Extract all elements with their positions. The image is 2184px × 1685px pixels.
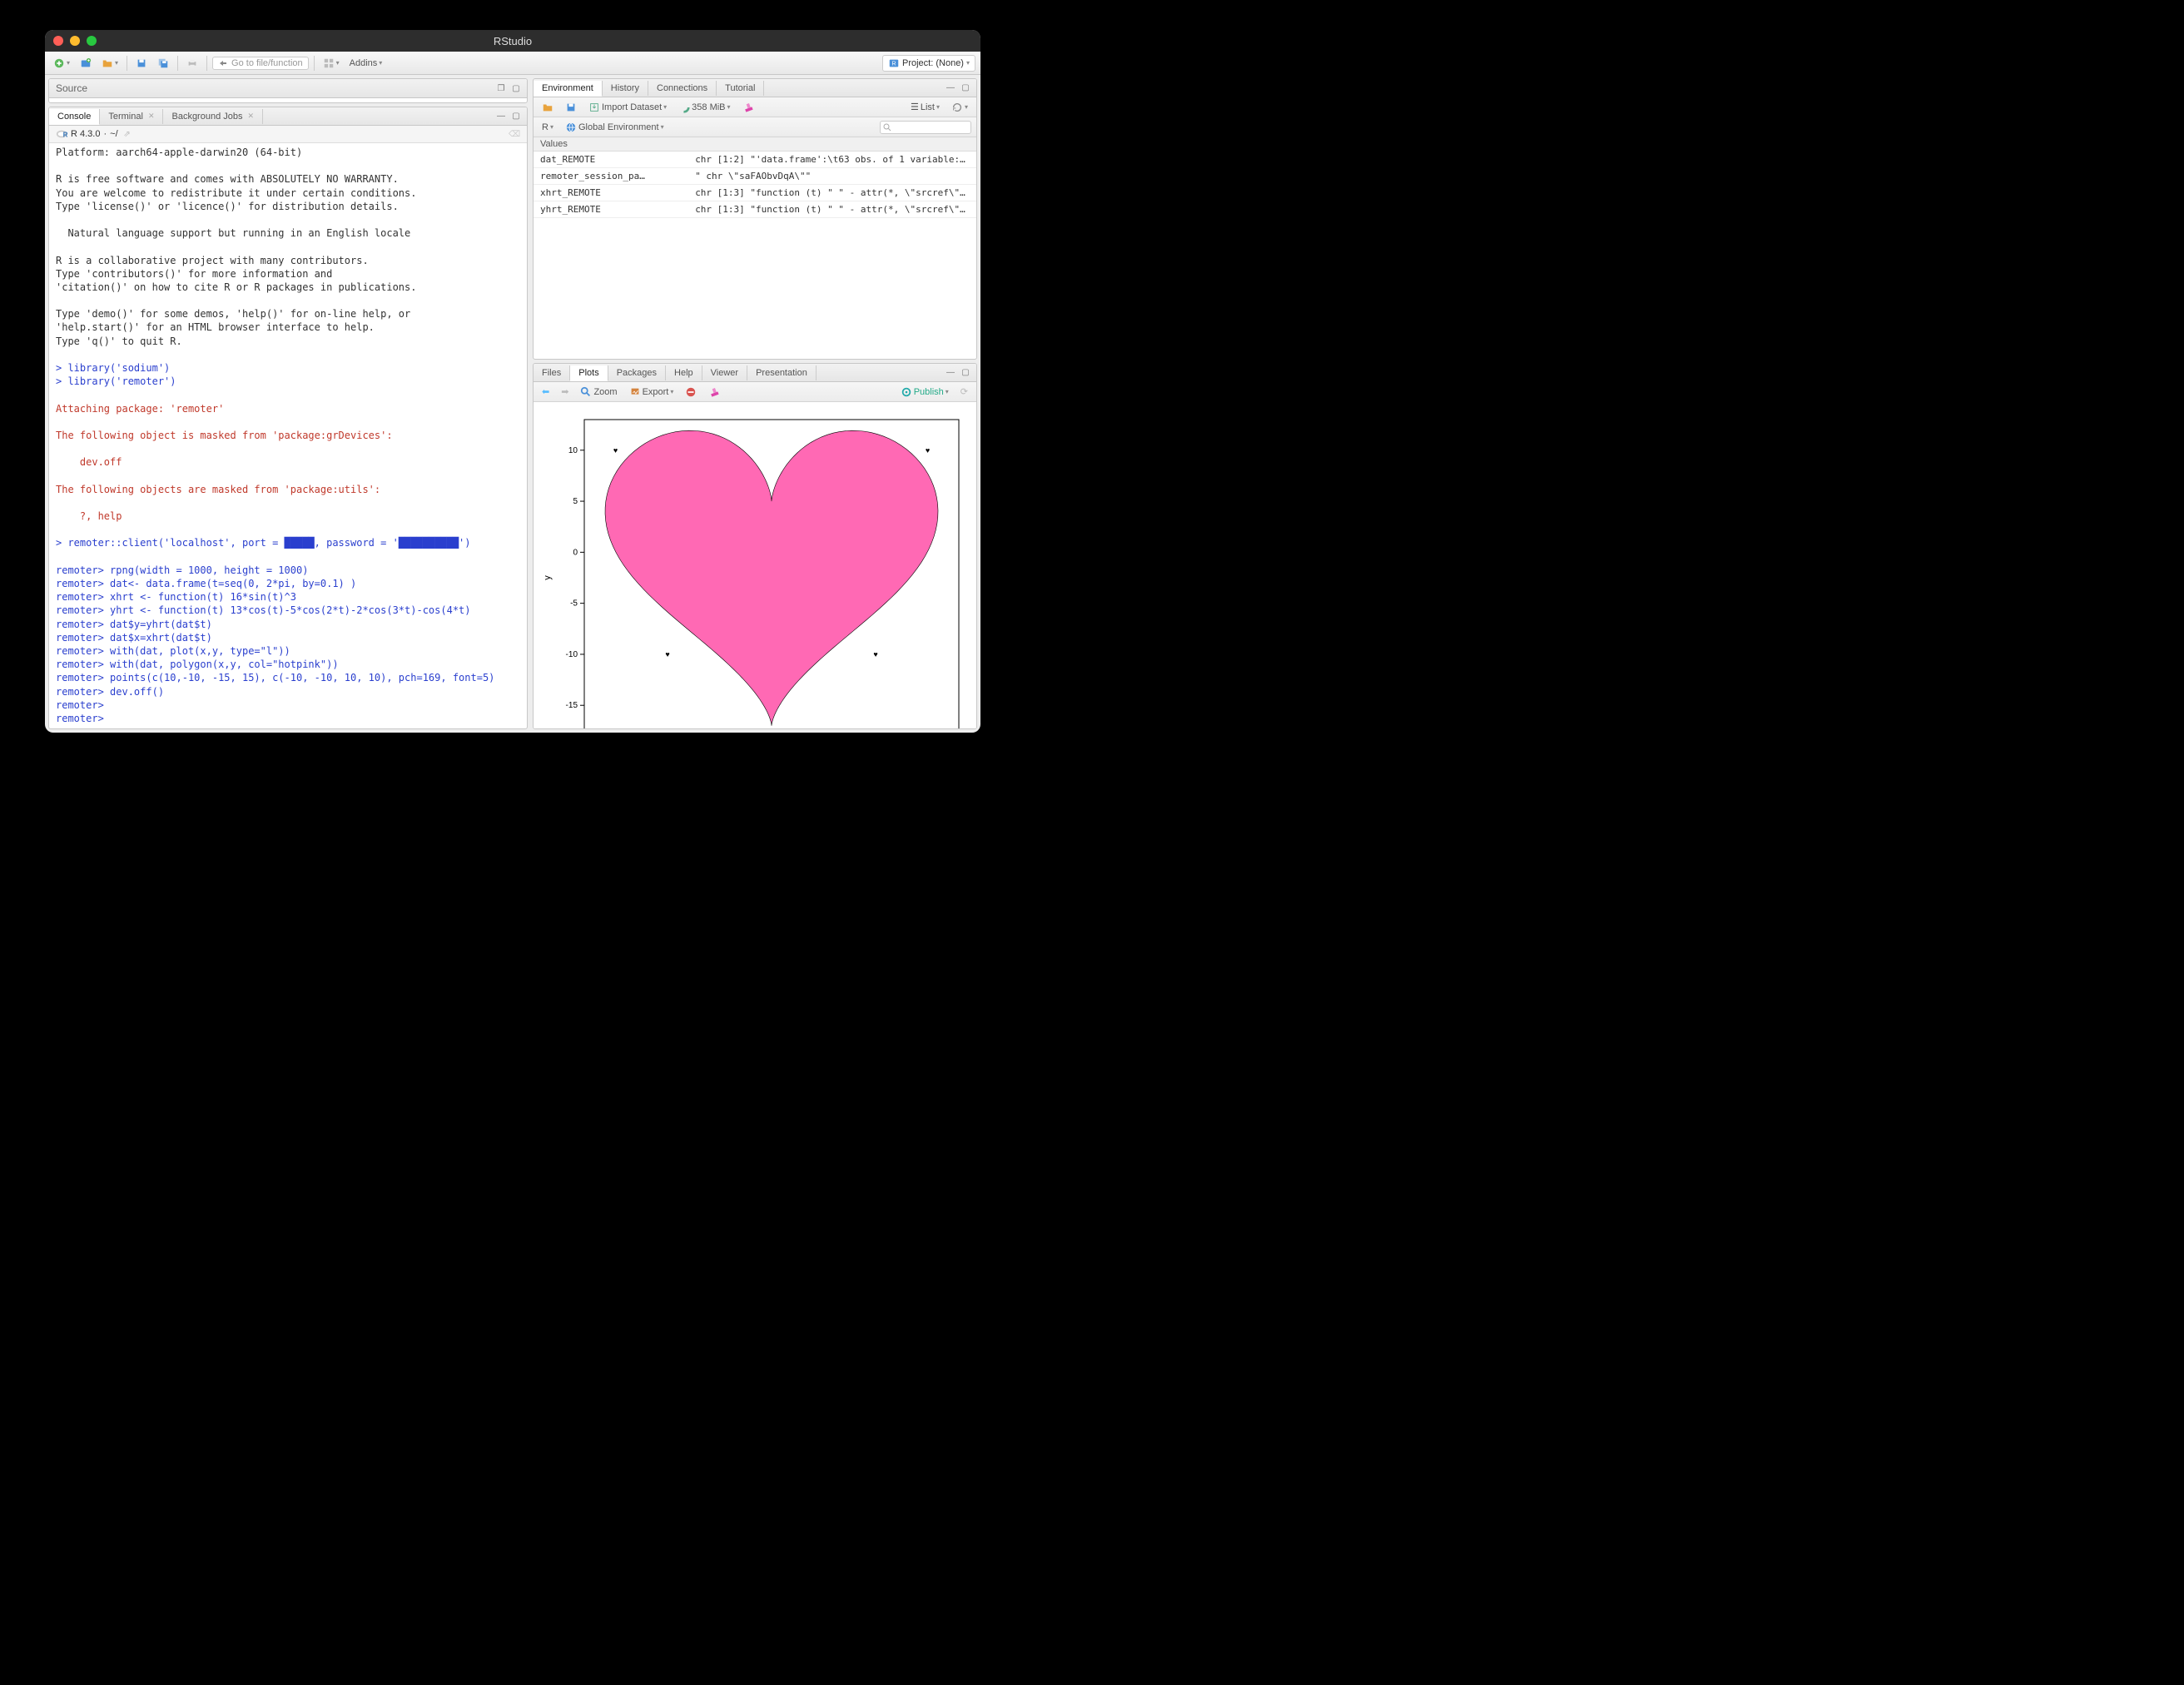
maximize-plots-icon[interactable]: ▢	[960, 367, 971, 379]
save-all-button[interactable]	[154, 56, 172, 71]
console-output[interactable]: Platform: aarch64-apple-darwin20 (64-bit…	[49, 143, 527, 728]
plot-clear-all-button[interactable]	[705, 385, 723, 400]
r-version-label: R 4.3.0	[71, 129, 100, 139]
window-controls	[53, 36, 97, 46]
save-workspace-button[interactable]	[562, 100, 580, 115]
rstudio-window: RStudio ▾ ▾ Go to file/function	[45, 30, 980, 733]
env-row[interactable]: xhrt_REMOTEchr [1:3] "function (t) " " -…	[534, 185, 976, 201]
plot-canvas: -15-10-5051015-15-10-50510xy♥♥♥♥	[534, 402, 976, 729]
addins-menu[interactable]: Addins ▾	[346, 57, 386, 70]
plot-next-button[interactable]: ➡	[558, 385, 572, 399]
tab-console[interactable]: Console	[49, 109, 100, 125]
env-row[interactable]: yhrt_REMOTEchr [1:3] "function (t) " " -…	[534, 201, 976, 218]
source-pane-label: Source	[49, 79, 94, 97]
svg-text:♥: ♥	[665, 650, 669, 659]
print-button[interactable]	[183, 56, 201, 71]
import-dataset-button[interactable]: Import Dataset ▾	[585, 100, 670, 115]
svg-text:5: 5	[573, 497, 578, 506]
tab-background-jobs[interactable]: Background Jobs✕	[163, 109, 263, 124]
minimize-env-icon[interactable]: —	[945, 82, 956, 94]
plot-prev-button[interactable]: ⬅	[539, 385, 553, 399]
env-table: dat_REMOTEchr [1:2] "'data.frame':\t63 o…	[534, 152, 976, 218]
maximize-source-icon[interactable]: ▢	[510, 82, 522, 94]
tab-terminal[interactable]: Terminal✕	[100, 109, 163, 124]
clear-console-icon[interactable]: ⌫	[509, 128, 520, 140]
new-file-button[interactable]: ▾	[50, 56, 73, 71]
svg-text:♥: ♥	[926, 446, 930, 455]
tab-presentation[interactable]: Presentation	[747, 365, 817, 380]
goto-file-function-input[interactable]: Go to file/function	[212, 57, 309, 70]
window-title: RStudio	[45, 35, 980, 47]
tab-tutorial[interactable]: Tutorial	[717, 81, 764, 96]
minimize-console-icon[interactable]: —	[495, 111, 507, 122]
restore-source-icon[interactable]: ❐	[495, 82, 507, 94]
save-button[interactable]	[132, 56, 151, 71]
maximize-env-icon[interactable]: ▢	[960, 82, 971, 94]
env-language-selector[interactable]: R ▾	[539, 121, 557, 134]
working-dir-label: ~/	[110, 129, 117, 139]
titlebar: RStudio	[45, 30, 980, 52]
tab-files[interactable]: Files	[534, 365, 570, 380]
tab-help[interactable]: Help	[666, 365, 702, 380]
env-section-values: Values	[534, 137, 976, 152]
svg-text:R: R	[891, 61, 896, 67]
wd-popout-icon[interactable]: ⇗	[122, 128, 133, 140]
refresh-env-button[interactable]: ▾	[948, 100, 971, 115]
env-row[interactable]: remoter_session_pa…" chr \"saFAObvDqA\""	[534, 168, 976, 185]
svg-text:♥: ♥	[613, 446, 618, 455]
plot-zoom-button[interactable]: Zoom	[577, 385, 620, 400]
plot-export-button[interactable]: Export ▾	[626, 385, 678, 400]
env-view-list-button[interactable]: ☰ List ▾	[907, 100, 943, 114]
plot-publish-button[interactable]: Publish ▾	[897, 385, 952, 400]
tab-viewer[interactable]: Viewer	[702, 365, 747, 380]
tab-environment[interactable]: Environment	[534, 81, 603, 97]
env-scope-selector[interactable]: Global Environment ▾	[562, 120, 668, 135]
svg-text:-5: -5	[570, 599, 578, 609]
tab-packages[interactable]: Packages	[608, 365, 666, 380]
plot-remove-button[interactable]	[682, 385, 700, 400]
maximize-window-button[interactable]	[87, 36, 97, 46]
workspace-panes-button[interactable]: ▾	[320, 56, 343, 71]
minimize-window-button[interactable]	[70, 36, 80, 46]
load-workspace-button[interactable]	[539, 100, 557, 115]
svg-text:0: 0	[573, 548, 578, 557]
svg-text:-15: -15	[566, 701, 578, 710]
maximize-console-icon[interactable]: ▢	[510, 111, 522, 122]
close-terminal-icon[interactable]: ✕	[148, 112, 155, 121]
main-toolbar: ▾ ▾ Go to file/function ▾ A	[45, 52, 980, 75]
goto-placeholder: Go to file/function	[231, 58, 303, 68]
source-pane: Source ❐ ▢	[48, 78, 528, 103]
project-selector[interactable]: R Project: (None) ▾	[882, 55, 975, 72]
tab-plots[interactable]: Plots	[570, 365, 608, 381]
env-search-input[interactable]	[880, 121, 971, 134]
svg-text:y: y	[543, 575, 553, 580]
plots-pane: Files Plots Packages Help Viewer Present…	[533, 363, 977, 729]
tab-connections[interactable]: Connections	[648, 81, 717, 96]
close-window-button[interactable]	[53, 36, 63, 46]
r-logo-icon: R	[56, 128, 67, 140]
minimize-plots-icon[interactable]: —	[945, 367, 956, 379]
memory-usage-button[interactable]: 358 MiB ▾	[675, 100, 733, 115]
svg-text:10: 10	[568, 446, 578, 455]
svg-text:-10: -10	[566, 650, 578, 659]
environment-pane: Environment History Connections Tutorial…	[533, 78, 977, 360]
new-project-button[interactable]	[77, 56, 95, 71]
refresh-plot-button[interactable]: ⟳	[957, 385, 971, 399]
close-bgjobs-icon[interactable]: ✕	[247, 112, 254, 121]
svg-text:R: R	[63, 132, 67, 139]
console-pane: Console Terminal✕ Background Jobs✕ — ▢ R…	[48, 107, 528, 729]
tab-history[interactable]: History	[603, 81, 648, 96]
clear-env-button[interactable]	[739, 100, 757, 115]
env-row[interactable]: dat_REMOTEchr [1:2] "'data.frame':\t63 o…	[534, 152, 976, 168]
open-file-button[interactable]: ▾	[98, 56, 122, 71]
svg-text:♥: ♥	[873, 650, 877, 659]
